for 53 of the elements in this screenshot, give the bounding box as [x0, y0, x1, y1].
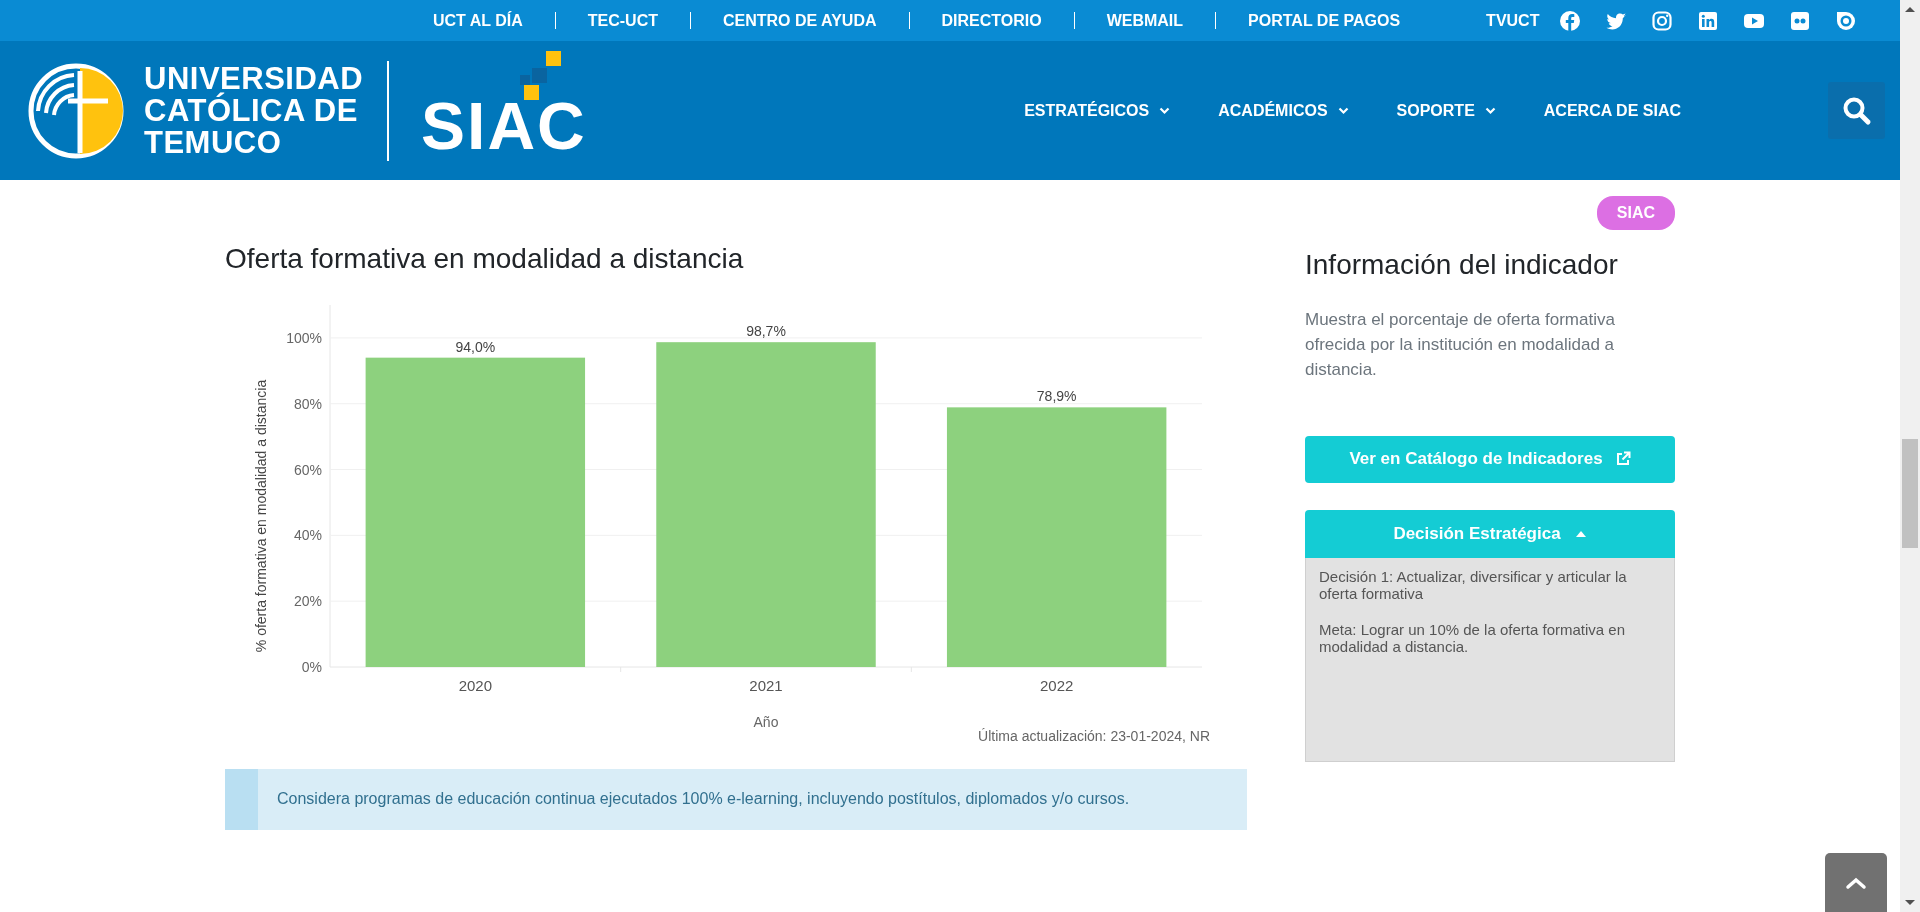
y-tick-label: 0% — [301, 658, 322, 675]
x-axis-title: Año — [753, 713, 779, 730]
top-link[interactable]: TVUCT — [1454, 8, 1560, 33]
catalog-button[interactable]: Ver en Catálogo de Indicadores — [1305, 435, 1675, 483]
x-tick-label: 2022 — [1040, 676, 1074, 694]
top-link[interactable]: PORTAL DE PAGOS — [1216, 8, 1433, 33]
ring-icon[interactable] — [1835, 9, 1858, 32]
search-icon — [1841, 95, 1872, 126]
caret-up-icon — [1574, 530, 1587, 538]
indicator-description: Muestra el porcentaje de oferta formativa ofrecida por la institución en modalidad a distancia. — [1305, 308, 1616, 381]
bar-value-label: 98,7% — [746, 322, 786, 339]
bar-value-label: 94,0% — [455, 338, 496, 355]
chevron-up-icon — [1845, 875, 1867, 890]
accordion-header[interactable]: Decisión Estratégica — [1305, 509, 1675, 558]
bar-value-label: 78,9% — [1036, 387, 1077, 404]
facebook-icon[interactable] — [1559, 9, 1582, 32]
source-tag: SIAC — [1596, 196, 1675, 230]
chevron-down-icon — [1337, 106, 1349, 115]
nav-link[interactable]: ACADÉMICOS — [1218, 98, 1349, 123]
linkedin-icon[interactable] — [1697, 9, 1720, 32]
top-link[interactable]: TEC-UCT — [555, 8, 690, 33]
top-link[interactable]: DIRECTORIO — [909, 8, 1074, 33]
scrollbar[interactable] — [1900, 0, 1920, 912]
circle-cross-logo[interactable] — [28, 62, 124, 159]
brand-logo-text[interactable]: SIAC — [421, 92, 587, 159]
nav-link[interactable]: ACERCA DE SIAC — [1543, 98, 1681, 123]
back-to-top-button[interactable] — [1825, 853, 1887, 912]
y-tick-label: 40% — [293, 526, 322, 543]
chevron-down-icon — [1484, 106, 1496, 115]
y-axis-title: % oferta formativa en modalidad a distancia — [253, 379, 269, 652]
top-link[interactable]: WEBMAIL — [1074, 8, 1216, 33]
x-tick-label: 2021 — [749, 676, 783, 694]
x-tick-label: 2020 — [458, 676, 492, 694]
last-updated-text: Última actualización: 23-01-2024, NR — [977, 726, 1210, 746]
chart-title: Oferta formativa en modalidad a distancia — [225, 242, 745, 276]
decision-text: Decisión 1: Actualizar, diversificar y articular la oferta formativa — [1319, 567, 1628, 602]
search-button[interactable] — [1828, 82, 1885, 139]
top-link[interactable]: CENTRO DE AYUDA — [691, 8, 909, 33]
section-title: Información del indicador — [1305, 248, 1619, 282]
decision-text: Meta: Lograr un 10% de la oferta formativa en modalidad a distancia. — [1319, 620, 1626, 655]
y-tick-label: 20% — [293, 592, 322, 609]
camera-icon[interactable] — [1651, 9, 1674, 32]
top-link[interactable]: UCT AL DÍA — [401, 8, 555, 33]
external-link-icon — [1614, 451, 1631, 468]
y-tick-label: 60% — [293, 461, 322, 478]
y-tick-label: 80% — [293, 395, 322, 412]
university-name: UNIVERSIDAD CATÓLICA DE TEMUCO — [144, 62, 364, 159]
dots-icon[interactable] — [1789, 9, 1812, 32]
y-tick-label: 100% — [286, 329, 322, 346]
nav-link[interactable]: SOPORTE — [1396, 98, 1496, 123]
nav-link[interactable]: ESTRATÉGICOS — [1024, 98, 1171, 123]
note-text: Considera programas de educación continua ejecutados 100% e-learning, incluyendo postítulos, diplomados y/o cursos. — [277, 789, 1130, 810]
chevron-down-icon — [1159, 106, 1171, 115]
